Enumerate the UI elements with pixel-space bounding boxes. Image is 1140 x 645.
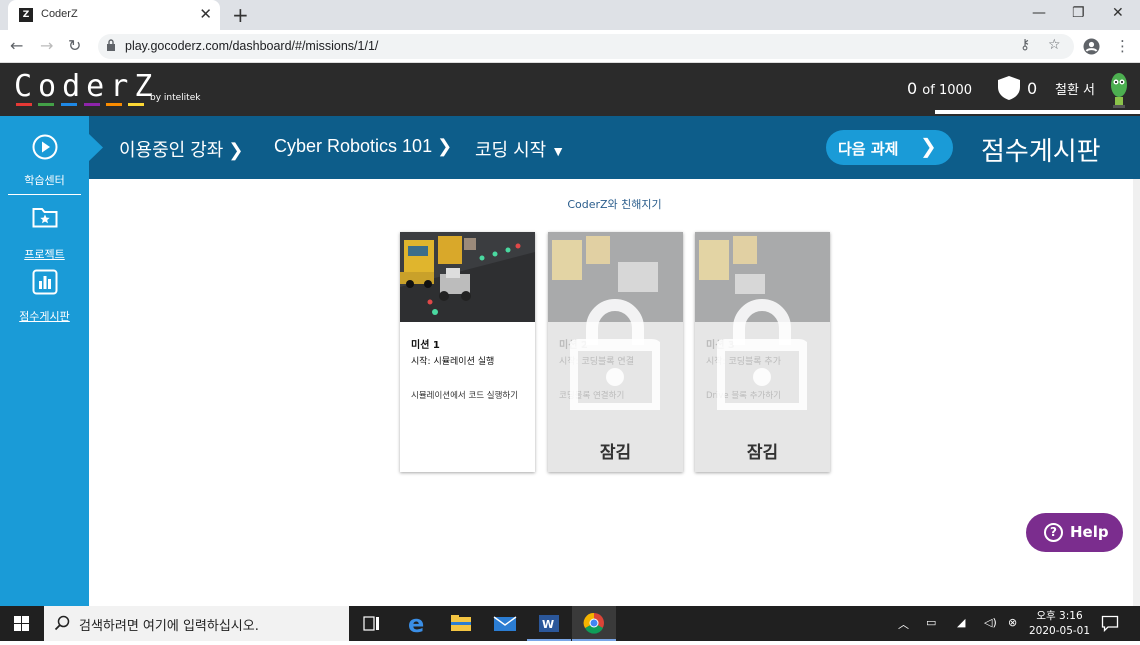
chrome-icon	[572, 612, 616, 641]
section-subtitle: CoderZ와 친해지기	[567, 198, 662, 211]
question-icon: ?	[1044, 523, 1063, 542]
back-icon[interactable]: ←	[10, 36, 23, 55]
sidebar-divider	[8, 194, 81, 195]
volume-icon[interactable]: ◁)	[984, 616, 997, 629]
key-icon[interactable]: ⚷	[1020, 37, 1030, 53]
help-label: Help	[1070, 523, 1109, 541]
reload-icon[interactable]: ↻	[68, 36, 81, 55]
taskbar: 검색하려면 여기에 입력하십시오. e W ︿ ▭ ◢ ◁) ⊗ 오후 3:16…	[0, 606, 1140, 641]
browser-tab-bar: Z CoderZ ✕ + — ❐ ✕	[0, 0, 1140, 30]
show-hidden-icons-icon[interactable]: ︿	[898, 616, 909, 632]
intelitek-byline: by intelitek	[150, 93, 201, 103]
score-suffix: of 1000	[922, 83, 973, 98]
breadcrumb-section-label: 코딩 시작	[475, 140, 547, 160]
lock-icon	[570, 299, 660, 410]
sidebar-item-label: 점수게시판	[19, 310, 70, 323]
new-tab-icon[interactable]: +	[232, 3, 249, 27]
clock-date: 2020-05-01	[1029, 625, 1091, 637]
lock-icon	[107, 39, 115, 51]
coderz-favicon-icon: Z	[19, 8, 33, 22]
sidebar: 학습센터 프로젝트 점수게시판	[0, 116, 89, 606]
breadcrumb-course[interactable]: 이용중인 강좌 ❯	[119, 136, 243, 162]
browser-tab[interactable]: Z CoderZ ✕	[8, 0, 220, 30]
breadcrumb-subject[interactable]: Cyber Robotics 101 ❯	[274, 136, 452, 157]
svg-text:W: W	[542, 618, 554, 631]
lock-icon	[717, 299, 807, 410]
username[interactable]: 철환 서	[1055, 79, 1095, 98]
search-icon	[54, 615, 70, 631]
forward-icon[interactable]: →	[40, 36, 53, 55]
header-underline	[935, 110, 1140, 114]
scrollbar[interactable]	[1133, 179, 1140, 606]
play-circle-icon	[32, 134, 58, 160]
breadcrumb-subject-label: Cyber Robotics 101	[274, 136, 433, 156]
bar-chart-icon	[32, 269, 58, 295]
sidebar-item-leaderboard[interactable]: 점수게시판	[0, 266, 89, 330]
url-text: play.gocoderz.com/dashboard/#/missions/1…	[125, 39, 379, 53]
leaderboard-link[interactable]: 점수게시판	[981, 131, 1101, 168]
chevron-right-icon: ❯	[920, 134, 937, 158]
mission-card[interactable]: 미션 1 시작: 시뮬레이션 실행 시뮬레이션에서 코드 실행하기	[400, 232, 535, 472]
sidebar-item-label: 프로젝트	[24, 248, 65, 261]
close-tab-icon[interactable]: ✕	[199, 5, 212, 23]
svg-text:e: e	[408, 610, 424, 638]
mission-title: 미션 1	[411, 340, 440, 351]
mission-thumbnail	[400, 232, 535, 322]
windows-start-icon[interactable]	[0, 606, 44, 641]
breadcrumb-arrow	[89, 134, 103, 161]
next-task-label: 다음 과제	[838, 140, 899, 158]
shield-icon	[998, 76, 1020, 100]
network-error-icon[interactable]: ⊗	[1008, 616, 1017, 629]
locked-label: 잠김	[746, 443, 779, 463]
sidebar-item-label: 학습센터	[24, 174, 65, 187]
wifi-icon[interactable]: ◢	[957, 616, 965, 629]
star-icon[interactable]: ☆	[1048, 37, 1061, 53]
clock-time: 오후 3:16	[1036, 610, 1083, 622]
address-input[interactable]: play.gocoderz.com/dashboard/#/missions/1…	[98, 34, 1074, 59]
shield-count: 0	[1027, 79, 1038, 98]
mail-icon[interactable]	[483, 606, 527, 641]
breadcrumb-section-dropdown[interactable]: 코딩 시작 ▼	[475, 136, 565, 162]
battery-icon[interactable]: ▭	[926, 616, 936, 629]
address-bar-row: ← → ↻ play.gocoderz.com/dashboard/#/miss…	[0, 30, 1140, 63]
word-icon[interactable]: W	[527, 606, 571, 641]
breadcrumb-course-label: 이용중인 강좌	[119, 140, 224, 160]
minimize-icon[interactable]: —	[1032, 5, 1046, 21]
score-display: 0 of 1000	[907, 79, 972, 98]
help-button[interactable]: ? Help	[1026, 513, 1123, 552]
menu-icon[interactable]: ⋮	[1115, 37, 1130, 55]
avatar[interactable]	[1109, 71, 1129, 109]
coderz-logo[interactable]: CoderZ	[14, 69, 158, 104]
search-placeholder: 검색하려면 여기에 입력하십시오.	[79, 619, 259, 634]
mission-card-locked: 미션 3 시작: 코딩블록 추가 Drive 블록 추가하기 잠김	[695, 232, 830, 472]
restore-icon[interactable]: ❐	[1072, 5, 1085, 21]
score-value: 0	[907, 79, 918, 98]
tab-title: CoderZ	[41, 8, 78, 20]
chrome-taskbar-button[interactable]	[572, 606, 616, 641]
task-view-icon[interactable]	[349, 606, 393, 641]
mission-card-locked: 미션 2 시작: 코딩블록 연결 코딩블록 연결하기 잠김	[548, 232, 683, 472]
app-header: CoderZ by intelitek 0 of 1000 0 철환 서	[0, 63, 1140, 116]
locked-label: 잠김	[599, 443, 632, 463]
edge-icon[interactable]: e	[395, 606, 439, 641]
window-close-icon[interactable]: ✕	[1112, 5, 1124, 21]
notifications-icon[interactable]	[1101, 615, 1119, 632]
sidebar-item-learning-center[interactable]: 학습센터	[0, 116, 89, 194]
mission-subtitle: 시작: 시뮬레이션 실행	[411, 357, 495, 367]
mission-description: 시뮬레이션에서 코드 실행하기	[411, 391, 519, 401]
caret-down-icon: ▼	[551, 143, 566, 159]
file-explorer-icon[interactable]	[439, 606, 483, 641]
taskbar-search-input[interactable]: 검색하려면 여기에 입력하십시오.	[44, 606, 349, 641]
next-task-button[interactable]: 다음 과제 ❯	[826, 130, 953, 165]
clock[interactable]: 오후 3:16 2020-05-01	[1029, 609, 1090, 639]
profile-icon[interactable]	[1083, 38, 1100, 55]
